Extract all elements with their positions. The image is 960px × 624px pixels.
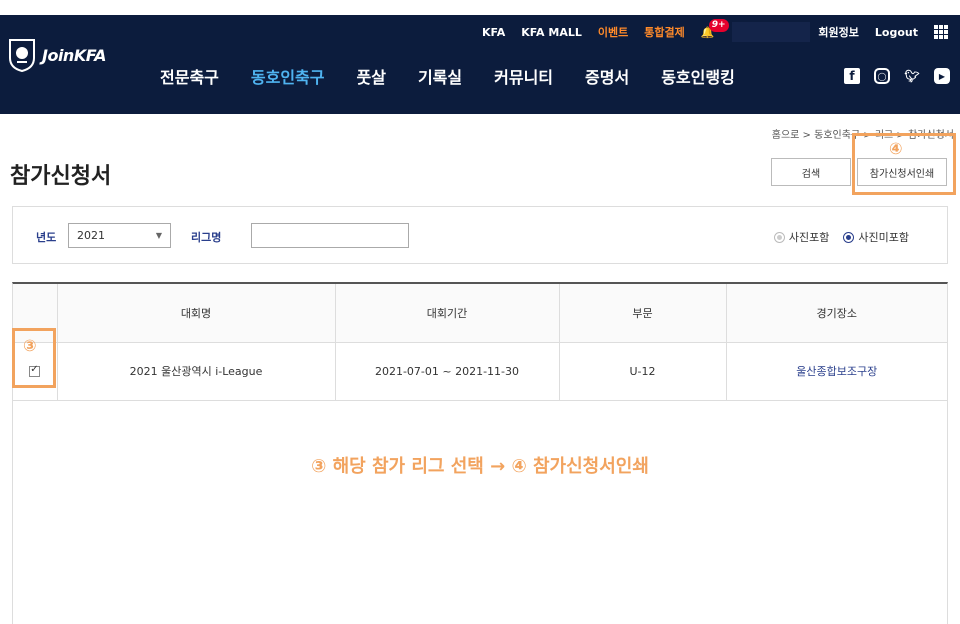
year-label: 년도 — [36, 231, 57, 244]
header-division: 부문 — [559, 284, 727, 343]
logo-text: JoinKFA — [42, 45, 106, 65]
bell-icon[interactable]: 🔔 9+ — [701, 18, 729, 39]
competition-division: U-12 — [559, 342, 727, 401]
step-3-marker: ③ — [23, 336, 37, 355]
nav-item-community[interactable]: 커뮤니티 — [494, 64, 553, 88]
event-link[interactable]: 이벤트 — [598, 24, 628, 40]
youtube-icon[interactable]: ▶ — [934, 68, 950, 84]
main-nav: 전문축구 동호인축구 풋살 기록실 커뮤니티 증명서 동호인랭킹 — [160, 64, 767, 88]
league-name-input[interactable] — [251, 223, 409, 248]
sns-links: f ◯ 🐦︎ ▶ — [844, 68, 950, 84]
header-top-strip — [0, 0, 960, 15]
photo-option-group: 사진포함 사진미포함 — [773, 229, 909, 245]
header-competition-name: 대회명 — [57, 284, 336, 343]
search-button[interactable]: 검색 — [771, 158, 851, 186]
radio-with-photo[interactable]: 사진포함 — [773, 229, 830, 245]
nav-item-pro-football[interactable]: 전문축구 — [160, 64, 219, 88]
nav-item-ranking[interactable]: 동호인랭킹 — [661, 64, 735, 88]
kfa-mall-link[interactable]: KFA MALL — [521, 26, 582, 39]
all-menu-icon[interactable] — [934, 25, 948, 39]
utility-bar: KFA KFA MALL 이벤트 통합결제 🔔 9+ 회원정보 Logout — [482, 18, 960, 42]
logout-link[interactable]: Logout — [875, 26, 918, 39]
competition-period: 2021-07-01 ~ 2021-11-30 — [335, 342, 560, 401]
user-name-area — [732, 22, 811, 42]
member-info-link[interactable]: 회원정보 — [818, 24, 858, 40]
twitter-icon[interactable]: 🐦︎ — [904, 68, 920, 84]
nav-item-amateur-football[interactable]: 동호인축구 — [251, 64, 325, 88]
nav-item-certificate[interactable]: 증명서 — [585, 64, 629, 88]
competition-name: 2021 울산광역시 i-League — [57, 342, 336, 401]
instagram-icon[interactable]: ◯ — [874, 68, 890, 84]
print-highlight-box — [852, 133, 956, 195]
header-venue: 경기장소 — [726, 284, 947, 343]
search-filter: 년도 2021 ▼ 리그명 사진포함 사진미포함 — [12, 206, 948, 264]
radio-without-photo[interactable]: 사진미포함 — [843, 229, 909, 245]
payment-link[interactable]: 통합결제 — [644, 24, 684, 40]
nav-item-records[interactable]: 기록실 — [418, 64, 462, 88]
kfa-emblem-icon — [9, 39, 35, 72]
nav-item-futsal[interactable]: 풋살 — [357, 64, 386, 88]
competition-venue[interactable]: 울산종합보조구장 — [726, 342, 947, 401]
notification-badge: 9+ — [708, 18, 729, 32]
step-4-marker: ④ — [889, 139, 903, 158]
header-period: 대회기간 — [335, 284, 560, 343]
facebook-icon[interactable]: f — [844, 68, 860, 84]
kfa-logo[interactable]: JoinKFA — [8, 38, 106, 72]
year-value: 2021 — [77, 229, 105, 242]
league-label: 리그명 — [191, 231, 222, 244]
radio-icon — [773, 231, 785, 243]
kfa-link[interactable]: KFA — [482, 26, 505, 39]
chevron-down-icon: ▼ — [155, 231, 162, 240]
radio-icon — [843, 231, 855, 243]
year-select[interactable]: 2021 ▼ — [68, 223, 171, 248]
site-header: JoinKFA KFA KFA MALL 이벤트 통합결제 🔔 9+ 회원정보 L… — [0, 0, 960, 114]
radio-without-photo-label: 사진미포함 — [858, 231, 909, 244]
table-row[interactable]: 2021 울산광역시 i-League 2021-07-01 ~ 2021-11… — [13, 342, 947, 401]
table-header-row: 대회명 대회기간 부문 경기장소 — [13, 284, 947, 343]
instruction-caption: ③ 해당 참가 리그 선택 → ④ 참가신청서인쇄 — [311, 456, 649, 477]
radio-with-photo-label: 사진포함 — [788, 231, 830, 244]
page-title: 참가신청서 — [10, 164, 112, 189]
